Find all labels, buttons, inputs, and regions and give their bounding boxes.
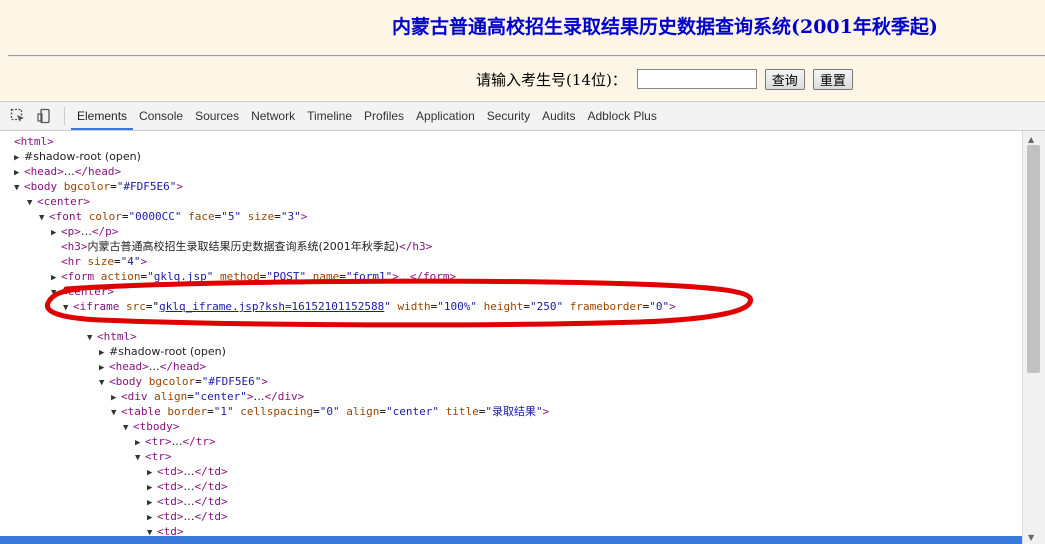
tab-application[interactable]: Application xyxy=(410,102,481,130)
dom-node-h3[interactable]: <h3>内蒙古普通高校招生录取结果历史数据查询系统(2001年秋季起)</h3> xyxy=(61,239,432,254)
query-label: 请输入考生号(14位)： xyxy=(476,70,627,89)
tab-network[interactable]: Network xyxy=(245,102,301,130)
dom-node-iframe-shadow-root[interactable]: ▶ #shadow-root (open) xyxy=(99,344,226,359)
collapse-triangle-icon[interactable]: ▼ xyxy=(87,331,97,346)
dom-node-iframe-html[interactable]: ▼ <html> xyxy=(87,329,137,344)
scroll-up-arrow-icon[interactable]: ▲ xyxy=(1028,135,1034,144)
collapse-triangle-icon[interactable]: ▼ xyxy=(63,301,73,316)
tab-security[interactable]: Security xyxy=(481,102,536,130)
expand-triangle-icon[interactable]: ▶ xyxy=(51,226,61,241)
dom-node-iframe-head[interactable]: ▶ <head>…</head> xyxy=(99,359,206,374)
collapse-triangle-icon[interactable]: ▼ xyxy=(99,376,109,391)
reset-button[interactable]: 重置 xyxy=(812,68,853,90)
dom-node-p[interactable]: ▶ <p>…</p> xyxy=(51,224,118,239)
tab-timeline[interactable]: Timeline xyxy=(301,102,358,130)
dom-node-tbody[interactable]: ▼ <tbody> xyxy=(123,419,179,434)
collapse-triangle-icon[interactable]: ▼ xyxy=(14,181,24,196)
dom-node-iframe-body[interactable]: ▼ <body bgcolor="#FDF5E6"> xyxy=(99,374,268,389)
dom-node-div[interactable]: ▶ <div align="center">…</div> xyxy=(111,389,304,404)
query-form: 请输入考生号(14位)： 查询 重置 xyxy=(476,67,861,91)
dom-node-td[interactable]: ▶ <td>…</td> xyxy=(147,464,228,479)
page-title: 内蒙古普通高校招生录取结果历史数据查询系统(2001年秋季起) xyxy=(392,16,938,38)
dom-node-td[interactable]: ▶ <td>…</td> xyxy=(147,509,228,524)
inspect-element-icon[interactable] xyxy=(10,108,26,124)
devtools-panel: Elements Console Sources Network Timelin… xyxy=(0,101,1045,544)
tab-console[interactable]: Console xyxy=(133,102,189,130)
tab-sources[interactable]: Sources xyxy=(189,102,245,130)
dom-node-html[interactable]: <html> xyxy=(14,134,54,149)
dom-node-td[interactable]: ▶ <td>…</td> xyxy=(147,494,228,509)
iframe-src-link[interactable]: gklq_iframe.jsp?ksh=16152101152588 xyxy=(159,300,384,313)
collapse-triangle-icon[interactable]: ▼ xyxy=(135,451,145,466)
dom-node-center[interactable]: ▼ <center> xyxy=(27,194,90,209)
exam-number-input[interactable] xyxy=(636,69,757,89)
dom-node-center-inner[interactable]: ▼ <center> xyxy=(51,284,114,299)
collapse-triangle-icon[interactable]: ▼ xyxy=(111,406,121,421)
scrollbar-thumb[interactable] xyxy=(1027,145,1040,373)
tab-profiles[interactable]: Profiles xyxy=(358,102,410,130)
dom-node-hr[interactable]: <hr size="4"> xyxy=(61,254,147,269)
dom-node-table[interactable]: ▼ <table border="1" cellspacing="0" align… xyxy=(111,404,549,419)
dom-node-tr-expanded[interactable]: ▼ <tr> xyxy=(135,449,172,464)
dom-node-font[interactable]: ▼ <font color="0000CC" face="5" size="3"> xyxy=(39,209,307,224)
dom-node-head[interactable]: ▶ <head>…</head> xyxy=(14,164,121,179)
dom-node-shadow-root[interactable]: ▶ #shadow-root (open) xyxy=(14,149,141,164)
vertical-scrollbar[interactable]: ▲ ▼ xyxy=(1022,131,1045,544)
collapse-triangle-icon[interactable]: ▼ xyxy=(27,196,37,211)
collapse-triangle-icon[interactable]: ▼ xyxy=(123,421,133,436)
dom-node-iframe[interactable]: ▼ <iframe src="gklq_iframe.jsp?ksh=161521… xyxy=(63,299,676,314)
collapse-triangle-icon[interactable]: ▼ xyxy=(51,286,61,301)
query-button[interactable]: 查询 xyxy=(764,68,805,90)
scroll-down-arrow-icon[interactable]: ▼ xyxy=(1028,533,1034,542)
dom-node-tr[interactable]: ▶ <tr>…</tr> xyxy=(135,434,216,449)
dom-tree: <html> ▶ #shadow-root (open) ▶ <head>…</he… xyxy=(0,131,1022,544)
tab-elements[interactable]: Elements xyxy=(71,102,134,130)
horizontal-rule xyxy=(8,55,1045,57)
collapse-triangle-icon[interactable]: ▼ xyxy=(39,211,49,226)
tag-text: <html> xyxy=(14,135,54,148)
tab-audits[interactable]: Audits xyxy=(536,102,581,130)
dom-node-form[interactable]: ▶ <form action="gklq.jsp" method="POST" n… xyxy=(51,269,456,284)
device-mode-icon[interactable] xyxy=(36,108,52,124)
web-page-area: 内蒙古普通高校招生录取结果历史数据查询系统(2001年秋季起) 请输入考生号(1… xyxy=(0,0,1045,100)
dom-node-body[interactable]: ▼ <body bgcolor="#FDF5E6"> xyxy=(14,179,183,194)
toolbar-divider xyxy=(64,107,65,125)
dom-node-td[interactable]: ▶ <td>…</td> xyxy=(147,479,228,494)
tab-adblock-plus[interactable]: Adblock Plus xyxy=(581,102,662,130)
devtools-toolbar: Elements Console Sources Network Timelin… xyxy=(0,102,1045,131)
